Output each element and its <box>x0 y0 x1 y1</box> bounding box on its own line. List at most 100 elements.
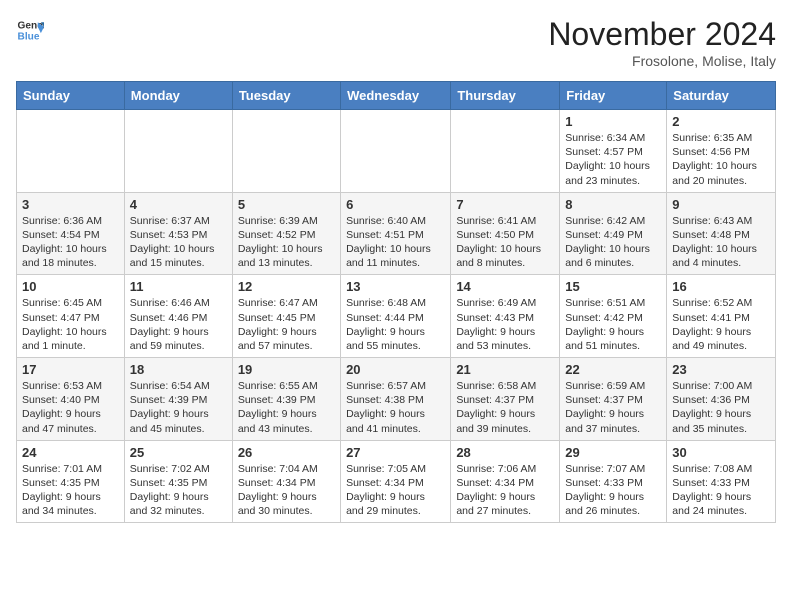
calendar-cell: 11 Sunrise: 6:46 AM Sunset: 4:46 PM Dayli… <box>124 275 232 358</box>
calendar-cell: 21 Sunrise: 6:58 AM Sunset: 4:37 PM Dayli… <box>451 358 560 441</box>
day-number: 21 <box>456 362 554 377</box>
day-number: 26 <box>238 445 335 460</box>
day-info: Sunrise: 7:04 AM Sunset: 4:34 PM Dayligh… <box>238 462 335 519</box>
weekday-header: Saturday <box>667 82 776 110</box>
calendar-cell: 22 Sunrise: 6:59 AM Sunset: 4:37 PM Dayli… <box>560 358 667 441</box>
day-info: Sunrise: 6:48 AM Sunset: 4:44 PM Dayligh… <box>346 296 445 353</box>
location: Frosolone, Molise, Italy <box>548 53 776 69</box>
calendar-cell: 13 Sunrise: 6:48 AM Sunset: 4:44 PM Dayli… <box>341 275 451 358</box>
calendar-cell: 1 Sunrise: 6:34 AM Sunset: 4:57 PM Daylig… <box>560 110 667 193</box>
calendar-week-row: 10 Sunrise: 6:45 AM Sunset: 4:47 PM Dayli… <box>17 275 776 358</box>
day-number: 6 <box>346 197 445 212</box>
calendar-cell: 2 Sunrise: 6:35 AM Sunset: 4:56 PM Daylig… <box>667 110 776 193</box>
calendar-week-row: 17 Sunrise: 6:53 AM Sunset: 4:40 PM Dayli… <box>17 358 776 441</box>
calendar-cell: 18Sunrise: 6:54 AM Sunset: 4:39 PM Dayli… <box>124 358 232 441</box>
calendar-cell: 19Sunrise: 6:55 AM Sunset: 4:39 PM Dayli… <box>232 358 340 441</box>
calendar-cell <box>341 110 451 193</box>
day-info: Sunrise: 6:41 AM Sunset: 4:50 PM Dayligh… <box>456 214 554 271</box>
calendar-cell: 15 Sunrise: 6:51 AM Sunset: 4:42 PM Dayli… <box>560 275 667 358</box>
day-number: 22 <box>565 362 661 377</box>
calendar-week-row: 1 Sunrise: 6:34 AM Sunset: 4:57 PM Daylig… <box>17 110 776 193</box>
calendar-cell: 24 Sunrise: 7:01 AM Sunset: 4:35 PM Dayli… <box>17 440 125 523</box>
day-number: 15 <box>565 279 661 294</box>
day-number: 18 <box>130 362 227 377</box>
calendar-cell: 7 Sunrise: 6:41 AM Sunset: 4:50 PM Daylig… <box>451 192 560 275</box>
day-info: Sunrise: 6:35 AM Sunset: 4:56 PM Dayligh… <box>672 131 770 188</box>
day-info: Sunrise: 6:46 AM Sunset: 4:46 PM Dayligh… <box>130 296 227 353</box>
calendar-cell: 10 Sunrise: 6:45 AM Sunset: 4:47 PM Dayli… <box>17 275 125 358</box>
day-info: Sunrise: 6:53 AM Sunset: 4:40 PM Dayligh… <box>22 379 119 436</box>
day-number: 8 <box>565 197 661 212</box>
day-number: 30 <box>672 445 770 460</box>
weekday-header: Sunday <box>17 82 125 110</box>
day-number: 13 <box>346 279 445 294</box>
calendar-cell: 29 Sunrise: 7:07 AM Sunset: 4:33 PM Dayli… <box>560 440 667 523</box>
weekday-header: Tuesday <box>232 82 340 110</box>
calendar-cell: 12 Sunrise: 6:47 AM Sunset: 4:45 PM Dayli… <box>232 275 340 358</box>
day-info: Sunrise: 6:36 AM Sunset: 4:54 PM Dayligh… <box>22 214 119 271</box>
day-info: Sunrise: 7:06 AM Sunset: 4:34 PM Dayligh… <box>456 462 554 519</box>
day-info: Sunrise: 6:39 AM Sunset: 4:52 PM Dayligh… <box>238 214 335 271</box>
day-info: Sunrise: 6:52 AM Sunset: 4:41 PM Dayligh… <box>672 296 770 353</box>
weekday-header: Monday <box>124 82 232 110</box>
calendar-cell <box>232 110 340 193</box>
day-number: 12 <box>238 279 335 294</box>
day-info: Sunrise: 6:58 AM Sunset: 4:37 PM Dayligh… <box>456 379 554 436</box>
calendar-cell: 6 Sunrise: 6:40 AM Sunset: 4:51 PM Daylig… <box>341 192 451 275</box>
day-number: 4 <box>130 197 227 212</box>
day-info: Sunrise: 6:37 AM Sunset: 4:53 PM Dayligh… <box>130 214 227 271</box>
calendar-cell: 17 Sunrise: 6:53 AM Sunset: 4:40 PM Dayli… <box>17 358 125 441</box>
day-info: Sunrise: 6:49 AM Sunset: 4:43 PM Dayligh… <box>456 296 554 353</box>
day-number: 11 <box>130 279 227 294</box>
day-number: 25 <box>130 445 227 460</box>
day-number: 17 <box>22 362 119 377</box>
header: General Blue November 2024 Frosolone, Mo… <box>16 16 776 69</box>
day-number: 3 <box>22 197 119 212</box>
calendar-cell: 4 Sunrise: 6:37 AM Sunset: 4:53 PM Daylig… <box>124 192 232 275</box>
day-number: 29 <box>565 445 661 460</box>
day-number: 14 <box>456 279 554 294</box>
calendar-cell: 16 Sunrise: 6:52 AM Sunset: 4:41 PM Dayli… <box>667 275 776 358</box>
day-info: Sunrise: 6:42 AM Sunset: 4:49 PM Dayligh… <box>565 214 661 271</box>
calendar-header-row: SundayMondayTuesdayWednesdayThursdayFrid… <box>17 82 776 110</box>
day-number: 28 <box>456 445 554 460</box>
weekday-header: Thursday <box>451 82 560 110</box>
day-number: 27 <box>346 445 445 460</box>
calendar-cell: 25Sunrise: 7:02 AM Sunset: 4:35 PM Dayli… <box>124 440 232 523</box>
day-number: 2 <box>672 114 770 129</box>
day-number: 19 <box>238 362 335 377</box>
day-number: 23 <box>672 362 770 377</box>
weekday-header: Wednesday <box>341 82 451 110</box>
day-number: 24 <box>22 445 119 460</box>
day-info: Sunrise: 6:59 AM Sunset: 4:37 PM Dayligh… <box>565 379 661 436</box>
logo: General Blue <box>16 16 44 44</box>
calendar-cell: 14 Sunrise: 6:49 AM Sunset: 4:43 PM Dayli… <box>451 275 560 358</box>
month-title: November 2024 <box>548 16 776 53</box>
calendar-cell: 5Sunrise: 6:39 AM Sunset: 4:52 PM Daylig… <box>232 192 340 275</box>
day-number: 7 <box>456 197 554 212</box>
svg-text:Blue: Blue <box>18 31 40 42</box>
day-info: Sunrise: 6:45 AM Sunset: 4:47 PM Dayligh… <box>22 296 119 353</box>
calendar-cell <box>124 110 232 193</box>
day-info: Sunrise: 7:00 AM Sunset: 4:36 PM Dayligh… <box>672 379 770 436</box>
day-number: 16 <box>672 279 770 294</box>
day-info: Sunrise: 6:57 AM Sunset: 4:38 PM Dayligh… <box>346 379 445 436</box>
day-info: Sunrise: 7:07 AM Sunset: 4:33 PM Dayligh… <box>565 462 661 519</box>
day-info: Sunrise: 7:08 AM Sunset: 4:33 PM Dayligh… <box>672 462 770 519</box>
calendar-cell: 28 Sunrise: 7:06 AM Sunset: 4:34 PM Dayli… <box>451 440 560 523</box>
day-number: 10 <box>22 279 119 294</box>
day-info: Sunrise: 6:34 AM Sunset: 4:57 PM Dayligh… <box>565 131 661 188</box>
day-info: Sunrise: 6:40 AM Sunset: 4:51 PM Dayligh… <box>346 214 445 271</box>
day-info: Sunrise: 7:05 AM Sunset: 4:34 PM Dayligh… <box>346 462 445 519</box>
day-info: Sunrise: 7:01 AM Sunset: 4:35 PM Dayligh… <box>22 462 119 519</box>
calendar-week-row: 24 Sunrise: 7:01 AM Sunset: 4:35 PM Dayli… <box>17 440 776 523</box>
calendar-table: SundayMondayTuesdayWednesdayThursdayFrid… <box>16 81 776 523</box>
logo-icon: General Blue <box>16 16 44 44</box>
calendar-cell: 27 Sunrise: 7:05 AM Sunset: 4:34 PM Dayli… <box>341 440 451 523</box>
day-info: Sunrise: 6:43 AM Sunset: 4:48 PM Dayligh… <box>672 214 770 271</box>
calendar-cell <box>451 110 560 193</box>
day-info: Sunrise: 6:51 AM Sunset: 4:42 PM Dayligh… <box>565 296 661 353</box>
day-number: 1 <box>565 114 661 129</box>
calendar-cell: 20Sunrise: 6:57 AM Sunset: 4:38 PM Dayli… <box>341 358 451 441</box>
day-info: Sunrise: 6:47 AM Sunset: 4:45 PM Dayligh… <box>238 296 335 353</box>
